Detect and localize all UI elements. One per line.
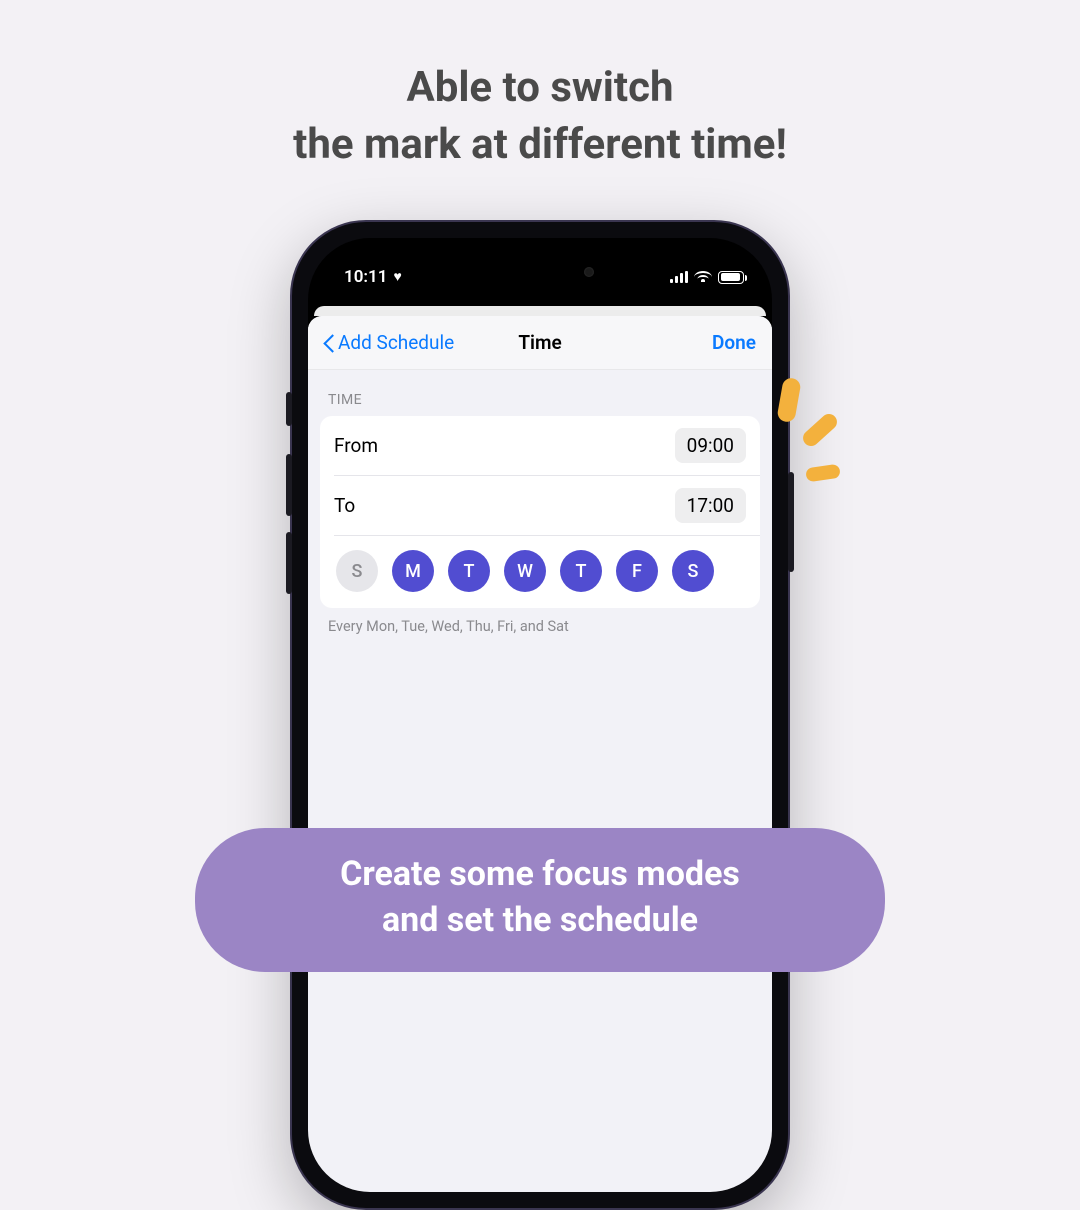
to-label: To — [334, 494, 355, 517]
weekday-toggle[interactable]: S — [672, 550, 714, 592]
to-time-value[interactable]: 17:00 — [675, 488, 746, 523]
schedule-summary: Every Mon, Tue, Wed, Thu, Fri, and Sat — [308, 608, 772, 635]
phone-frame: 10:11 ♥ Add Schedule Time Done — [290, 220, 790, 1210]
cellular-signal-icon — [670, 271, 688, 283]
silence-switch — [286, 392, 292, 426]
spark-icon — [800, 411, 840, 450]
status-right — [670, 271, 744, 284]
status-left: 10:11 ♥ — [344, 267, 402, 287]
promo-caption-line2: and set the schedule — [249, 898, 831, 944]
phone-screen: 10:11 ♥ Add Schedule Time Done — [308, 238, 772, 1192]
section-header-time: TIME — [308, 370, 772, 416]
heart-icon: ♥ — [393, 270, 401, 284]
spark-icon — [776, 377, 801, 423]
page-title: Time — [518, 331, 561, 354]
from-label: From — [334, 434, 378, 457]
from-row[interactable]: From 09:00 — [320, 416, 760, 475]
schedule-sheet: Add Schedule Time Done TIME From 09:00 T… — [308, 316, 772, 1192]
time-card: From 09:00 To 17:00 SMTWTFS — [320, 416, 760, 608]
back-button[interactable]: Add Schedule — [324, 331, 454, 354]
weekday-toggle[interactable]: S — [336, 550, 378, 592]
from-time-value[interactable]: 09:00 — [675, 428, 746, 463]
weekday-row: SMTWTFS — [320, 536, 760, 608]
camera-dot-icon — [584, 267, 594, 277]
back-label: Add Schedule — [338, 331, 454, 354]
to-row[interactable]: To 17:00 — [320, 476, 760, 535]
promo-caption-line1: Create some focus modes — [249, 852, 831, 898]
volume-down-button — [286, 532, 292, 594]
nav-bar: Add Schedule Time Done — [308, 316, 772, 370]
accent-sparks — [776, 378, 856, 498]
promo-headline-line2: the mark at different time! — [0, 117, 1080, 174]
promo-headline-line1: Able to switch — [0, 60, 1080, 117]
wifi-icon — [694, 271, 712, 284]
sheet-backdrop — [314, 306, 766, 316]
status-time: 10:11 — [344, 267, 387, 287]
done-button[interactable]: Done — [712, 331, 756, 354]
weekday-toggle[interactable]: M — [392, 550, 434, 592]
dynamic-island — [476, 254, 604, 290]
promo-caption-pill: Create some focus modes and set the sche… — [195, 828, 885, 972]
spark-icon — [805, 464, 841, 483]
battery-icon — [718, 271, 744, 284]
promo-headline: Able to switch the mark at different tim… — [0, 0, 1080, 173]
weekday-toggle[interactable]: T — [448, 550, 490, 592]
weekday-toggle[interactable]: W — [504, 550, 546, 592]
volume-up-button — [286, 454, 292, 516]
weekday-toggle[interactable]: F — [616, 550, 658, 592]
chevron-left-icon — [324, 333, 336, 353]
weekday-toggle[interactable]: T — [560, 550, 602, 592]
